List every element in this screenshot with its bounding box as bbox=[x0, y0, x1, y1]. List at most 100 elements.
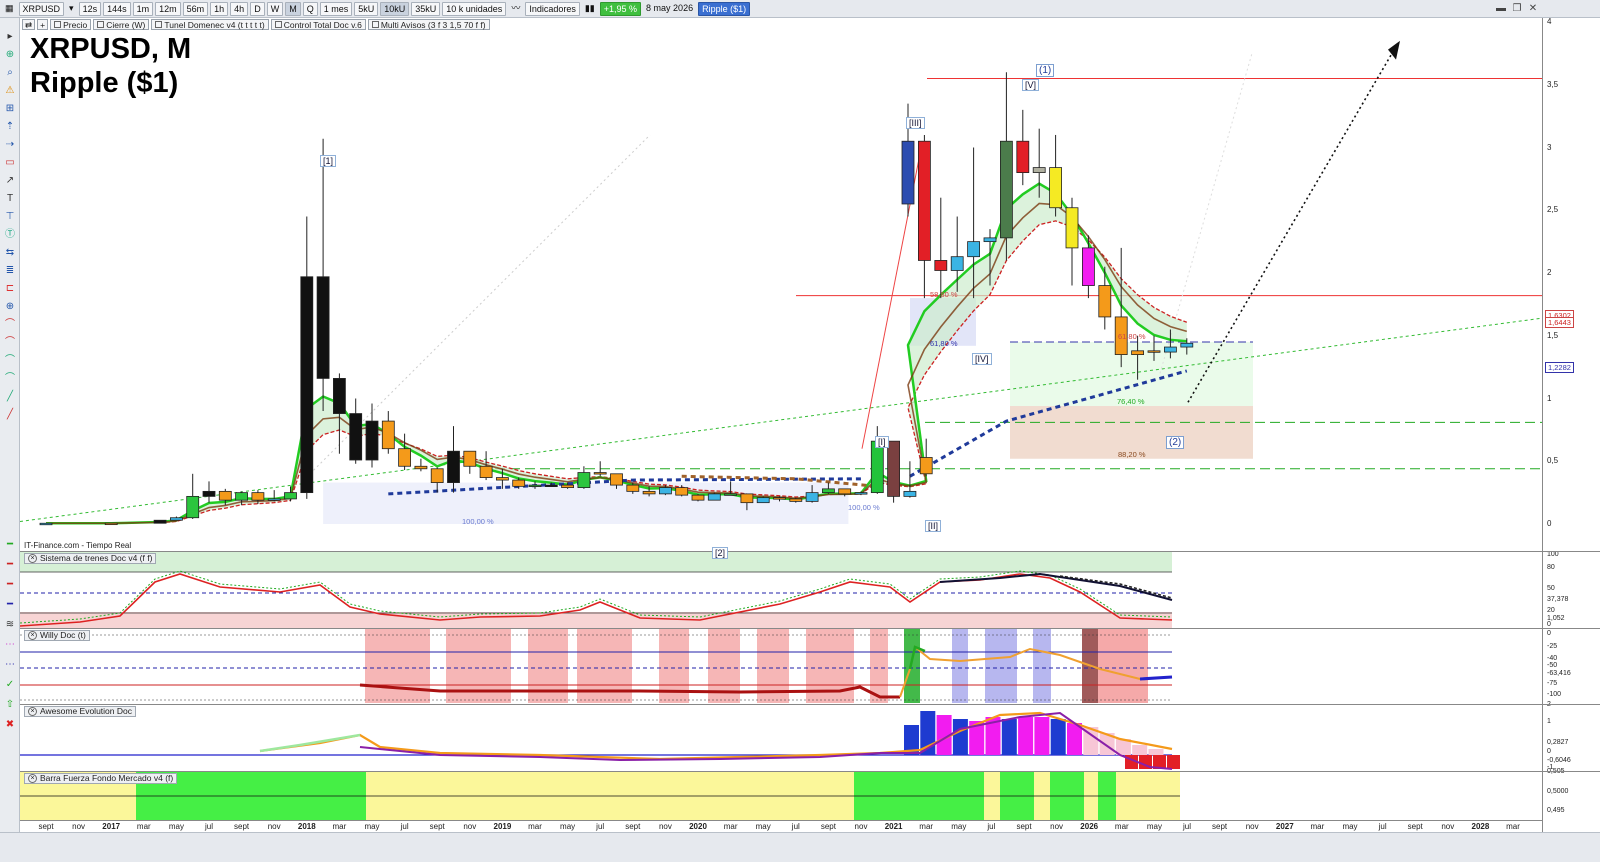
timeframe-button[interactable]: 1m bbox=[132, 1, 154, 16]
candle[interactable] bbox=[186, 473, 200, 519]
candle[interactable] bbox=[39, 522, 53, 526]
wave-label[interactable]: [V] bbox=[1022, 79, 1040, 91]
pane-tool-icon[interactable]: ⋯ bbox=[3, 658, 17, 672]
drawing-tool-icon[interactable]: ▸ bbox=[3, 30, 17, 44]
restore-icon[interactable]: ❐ bbox=[1510, 2, 1524, 16]
drawing-tool-icon[interactable]: T bbox=[3, 192, 17, 206]
timeframe-button[interactable]: D bbox=[250, 1, 265, 16]
indicator-tag[interactable]: Cierre (W) bbox=[93, 19, 150, 30]
indicator-tag[interactable]: Precio bbox=[50, 19, 92, 30]
timeframe-button[interactable]: 4h bbox=[230, 1, 249, 16]
indicators-icon[interactable]: 〰 bbox=[508, 2, 523, 16]
drawing-tool-icon[interactable]: ⊏ bbox=[3, 282, 17, 296]
candle[interactable] bbox=[756, 496, 770, 504]
pane-title-tag[interactable]: × Barra Fuerza Fondo Mercado v4 (f) bbox=[24, 773, 178, 784]
drawing-tool-icon[interactable]: Ⓣ bbox=[3, 228, 17, 242]
candle[interactable] bbox=[903, 461, 917, 498]
pane-tool-icon[interactable]: ≋ bbox=[3, 618, 17, 632]
drawing-tool-icon[interactable]: ⇆ bbox=[3, 246, 17, 260]
timeframe-button[interactable]: Q bbox=[302, 1, 318, 16]
pane-title-tag[interactable]: × Awesome Evolution Doc bbox=[24, 706, 136, 717]
drawing-tool-icon[interactable]: ⊕ bbox=[3, 300, 17, 314]
close-pane-icon[interactable]: × bbox=[28, 554, 37, 563]
wave-label[interactable]: [1] bbox=[320, 155, 337, 167]
candle[interactable] bbox=[934, 197, 948, 299]
drawing-tool-icon[interactable]: ⚠ bbox=[3, 84, 17, 98]
timeframe-button[interactable]: 1h bbox=[210, 1, 229, 16]
price-axis[interactable]: 4 3,5 3 2,5 2 1,5 1 0,5 0 1,6302 1,6443 1,2282 100 80… bbox=[1542, 17, 1600, 844]
pane-awesome-evolution[interactable]: × Awesome Evolution Doc bbox=[20, 704, 1542, 771]
indicator-tag[interactable]: Multi Avisos (3 f 3 1,5 70 f f) bbox=[367, 19, 490, 30]
candle[interactable] bbox=[918, 134, 931, 299]
pane-tool-icon[interactable]: ━ bbox=[3, 538, 17, 552]
candle[interactable] bbox=[414, 458, 428, 472]
time-axis[interactable]: sept nov 2017 mar may jul sept nov 2018 mar may jul… bbox=[20, 820, 1542, 832]
candle[interactable] bbox=[365, 403, 379, 468]
close-icon[interactable]: ✕ bbox=[1526, 2, 1540, 16]
drawing-tool-icon[interactable]: ⌕ bbox=[3, 66, 17, 80]
period-select[interactable]: 1 mes bbox=[319, 1, 353, 16]
chevron-down-icon[interactable]: ▾ bbox=[66, 2, 77, 16]
drawing-tool-icon[interactable]: ⌒ bbox=[3, 318, 17, 332]
drawing-tool-icon[interactable]: ▭ bbox=[3, 156, 17, 170]
wave-label[interactable]: [III] bbox=[906, 117, 925, 129]
close-pane-icon[interactable]: × bbox=[28, 707, 37, 716]
candle[interactable] bbox=[332, 373, 346, 454]
indicator-tag[interactable]: Tunel Domenec v4 (t t t t t) bbox=[151, 19, 269, 30]
candle[interactable] bbox=[577, 466, 591, 489]
checkbox-icon[interactable] bbox=[97, 21, 105, 28]
units-select[interactable]: 10 k unidades bbox=[442, 1, 507, 16]
app-menu-icon[interactable]: ▦ bbox=[2, 2, 17, 16]
close-pane-icon[interactable]: × bbox=[28, 774, 37, 783]
candle[interactable] bbox=[707, 492, 721, 501]
wave-label[interactable]: (2) bbox=[1166, 436, 1185, 449]
drawing-tool-icon[interactable]: ╱ bbox=[3, 390, 17, 404]
drawing-tool-icon[interactable]: ≣ bbox=[3, 264, 17, 278]
drawing-tool-icon[interactable]: ↗ bbox=[3, 174, 17, 188]
drawing-tool-icon[interactable]: ⌒ bbox=[3, 372, 17, 386]
checkbox-icon[interactable] bbox=[54, 21, 62, 28]
pane-tool-icon[interactable]: ✖ bbox=[3, 718, 17, 732]
pane-tool-icon[interactable]: ━ bbox=[3, 558, 17, 572]
timeframe-button[interactable]: 144s bbox=[103, 1, 131, 16]
close-pane-icon[interactable]: × bbox=[28, 631, 37, 640]
drawing-tool-icon[interactable]: ╱ bbox=[3, 408, 17, 422]
pane-tool-icon[interactable]: ✓ bbox=[3, 678, 17, 692]
wave-label[interactable]: [IV] bbox=[972, 353, 992, 365]
drawing-tool-icon[interactable]: ⇢ bbox=[3, 138, 17, 152]
toggle-icon[interactable]: ⇄ bbox=[22, 19, 36, 30]
candle[interactable] bbox=[267, 490, 281, 502]
indicators-button[interactable]: Indicadores bbox=[525, 1, 580, 16]
candle[interactable] bbox=[447, 426, 460, 493]
checkbox-icon[interactable] bbox=[155, 21, 163, 28]
pane-tool-icon[interactable]: ━ bbox=[3, 578, 17, 592]
unit-button[interactable]: 10kU bbox=[380, 1, 410, 16]
drawing-tool-icon[interactable]: ⊞ bbox=[3, 102, 17, 116]
candle[interactable] bbox=[1049, 134, 1062, 217]
candle[interactable] bbox=[153, 519, 167, 524]
timeframe-button[interactable]: 12m bbox=[155, 1, 181, 16]
drawing-tool-icon[interactable]: ⌒ bbox=[3, 354, 17, 368]
candle[interactable] bbox=[1016, 109, 1030, 186]
drawing-tool-icon[interactable]: ⇡ bbox=[3, 120, 17, 134]
checkbox-icon[interactable] bbox=[274, 21, 282, 28]
bars-icon[interactable]: ▮▮ bbox=[582, 2, 598, 16]
timeframe-button[interactable]: W bbox=[266, 1, 284, 16]
drawing-tool-icon[interactable]: ⊤ bbox=[3, 210, 17, 224]
pane-tool-icon[interactable]: ━ bbox=[3, 598, 17, 612]
candle[interactable] bbox=[316, 138, 330, 412]
timeframe-button[interactable]: M bbox=[285, 1, 301, 16]
candle[interactable] bbox=[349, 398, 363, 464]
candle[interactable] bbox=[202, 481, 216, 503]
indicator-tag[interactable]: Control Total Doc v.6 bbox=[270, 19, 366, 30]
minimize-icon[interactable]: ▬ bbox=[1494, 2, 1508, 16]
pane-sistema-trenes[interactable]: × Sistema de trenes Doc v4 (f f) bbox=[20, 551, 1542, 628]
candle[interactable] bbox=[1065, 197, 1079, 286]
timeframe-button[interactable]: 56m bbox=[182, 1, 209, 16]
unit-button[interactable]: 35kU bbox=[411, 1, 441, 16]
candle[interactable] bbox=[1000, 72, 1013, 261]
candle[interactable] bbox=[887, 440, 900, 503]
drawing-tool-icon[interactable]: ⌒ bbox=[3, 336, 17, 350]
drawing-tool-icon[interactable]: ⊕ bbox=[3, 48, 17, 62]
add-icon[interactable]: + bbox=[37, 19, 49, 30]
